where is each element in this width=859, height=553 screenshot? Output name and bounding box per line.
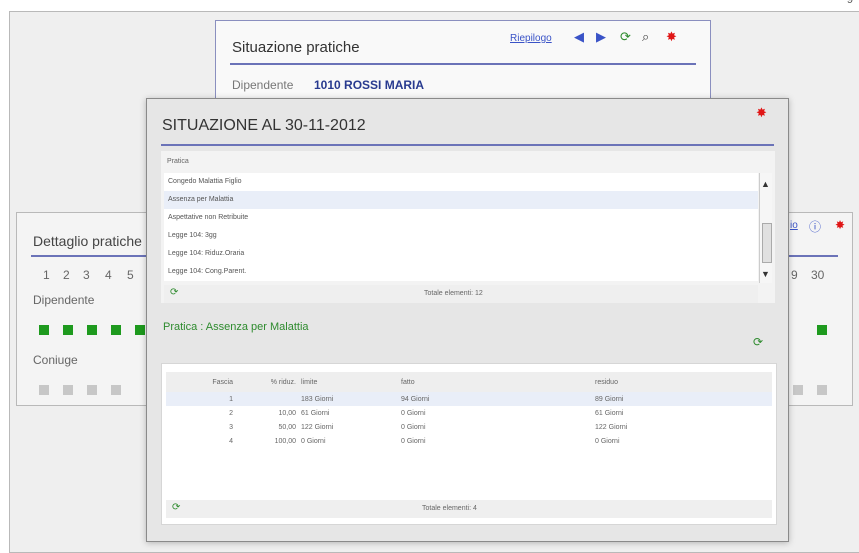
riepilogo-link[interactable]: io: [790, 220, 798, 231]
day-status-square[interactable]: [111, 385, 121, 395]
table-cell: 100,00: [274, 437, 296, 445]
column-header: Fascia: [166, 372, 237, 392]
day-status-square[interactable]: [87, 325, 97, 335]
pratiche-list-panel: Pratica Congedo Malattia Figlio Assenza …: [161, 151, 775, 303]
modal-title: SITUAZIONE AL 30-11-2012: [162, 117, 366, 134]
table-cell: 183 Giorni: [300, 392, 400, 406]
binoculars-icon[interactable]: ⌕: [642, 29, 649, 45]
table-cell: 94 Giorni: [400, 392, 594, 406]
title-divider: [161, 144, 774, 146]
list-item[interactable]: Aspettative non Retribuite: [164, 209, 758, 227]
dipendente-value: 1010 ROSSI MARIA: [314, 78, 425, 92]
day-number[interactable]: 9: [791, 268, 798, 282]
table-cell: 0 Giorni: [301, 437, 326, 445]
day-number[interactable]: 2: [63, 268, 70, 282]
table-cell: 0 Giorni: [401, 423, 426, 431]
list-footer: ⟳ Totale elementi: 12: [164, 285, 758, 303]
table-cell: 0 Giorni: [595, 437, 620, 445]
table-cell: 61 Giorni: [301, 409, 330, 417]
table-row[interactable]: 2 10,00 61 Giorni 0 Giorni 61 Giorni: [166, 406, 772, 420]
table-row[interactable]: 3 50,00 122 Giorni 0 Giorni 122 Giorni: [166, 420, 772, 434]
dipendente-label: Dipendente: [232, 78, 294, 92]
table-cell: [237, 392, 300, 406]
column-header: Pratica: [167, 158, 189, 165]
day-status-square[interactable]: [817, 325, 827, 335]
scroll-thumb[interactable]: [762, 223, 772, 263]
table-cell: 10,00: [278, 409, 296, 417]
list-item[interactable]: Legge 104: 3gg: [164, 227, 758, 245]
day-status-square[interactable]: [63, 325, 73, 335]
table-cell: 89 Giorni: [594, 392, 772, 406]
refresh-icon[interactable]: ⟳: [753, 335, 763, 349]
scroll-down-icon[interactable]: ▼: [761, 269, 770, 279]
table-cell: 122 Giorni: [595, 423, 628, 431]
panel-title: Situazione pratiche: [232, 39, 360, 56]
list-scrollbar[interactable]: ▲ ▼: [759, 173, 772, 283]
column-header: limite: [300, 372, 400, 392]
title-divider: [230, 63, 696, 65]
table-cell: 2: [229, 409, 233, 417]
pratica-title: Pratica : Assenza per Malattia: [163, 321, 309, 333]
day-status-square[interactable]: [793, 385, 803, 395]
refresh-icon[interactable]: ⟳: [172, 502, 180, 513]
close-icon[interactable]: ✸: [666, 29, 677, 45]
table-cell: 4: [229, 437, 233, 445]
situazione-modal: SITUAZIONE AL 30-11-2012 ✸ Pratica Conge…: [146, 98, 789, 542]
list-item[interactable]: Assenza per Malattia: [164, 191, 758, 209]
table-cell: 50,00: [278, 423, 296, 431]
column-header: residuo: [594, 372, 772, 392]
day-status-square[interactable]: [817, 385, 827, 395]
column-header: % riduz.: [237, 372, 300, 392]
day-number[interactable]: 3: [83, 268, 90, 282]
table-cell: 61 Giorni: [595, 409, 624, 417]
coniuge-label: Coniuge: [33, 353, 78, 367]
page-number: 9: [846, 0, 853, 6]
column-header: fatto: [400, 372, 594, 392]
fasce-table-panel: Fascia % riduz. limite fatto residuo 1 1…: [161, 363, 777, 525]
table-row[interactable]: 4 100,00 0 Giorni 0 Giorni 0 Giorni: [166, 434, 772, 448]
panel-title: Dettaglio pratiche: [33, 233, 142, 249]
day-number[interactable]: 4: [105, 268, 112, 282]
day-status-square[interactable]: [39, 385, 49, 395]
table-header-row: Fascia % riduz. limite fatto residuo: [166, 372, 772, 392]
day-status-square[interactable]: [39, 325, 49, 335]
day-status-square[interactable]: [111, 325, 121, 335]
table-cell: 0 Giorni: [401, 409, 426, 417]
day-number[interactable]: 5: [127, 268, 134, 282]
day-status-square[interactable]: [63, 385, 73, 395]
day-number[interactable]: 1: [43, 268, 50, 282]
fasce-table: Fascia % riduz. limite fatto residuo 1 1…: [166, 372, 772, 448]
right-triangle-icon[interactable]: ▶: [596, 29, 606, 45]
total-count: Totale elementi: 12: [424, 290, 483, 297]
table-cell: 0 Giorni: [401, 437, 426, 445]
table-cell: 122 Giorni: [301, 423, 334, 431]
scroll-up-icon[interactable]: ▲: [761, 179, 770, 189]
day-number[interactable]: 30: [811, 268, 824, 282]
list-item[interactable]: Legge 104: Riduz.Oraria: [164, 245, 758, 263]
total-count: Totale elementi: 4: [422, 505, 477, 512]
refresh-icon[interactable]: ⟳: [620, 29, 631, 45]
pratiche-list: Congedo Malattia Figlio Assenza per Mala…: [164, 173, 758, 281]
dipendente-label: Dipendente: [33, 293, 95, 307]
riepilogo-link[interactable]: Riepilogo: [510, 33, 552, 44]
left-triangle-icon[interactable]: ◀: [574, 29, 584, 45]
table-row[interactable]: 1 183 Giorni 94 Giorni 89 Giorni: [166, 392, 772, 406]
close-icon[interactable]: ✸: [835, 218, 845, 232]
day-status-square[interactable]: [135, 325, 145, 335]
table-cell: 3: [229, 423, 233, 431]
list-item[interactable]: Legge 104: Cong.Parent.: [164, 263, 758, 281]
table-footer: ⟳ Totale elementi: 4: [166, 500, 772, 518]
table-cell: 1: [166, 392, 237, 406]
close-icon[interactable]: ✸: [756, 105, 767, 121]
refresh-icon[interactable]: ⟳: [170, 287, 178, 298]
info-icon[interactable]: ⓘ: [809, 218, 821, 235]
day-status-square[interactable]: [87, 385, 97, 395]
list-item[interactable]: Congedo Malattia Figlio: [164, 173, 758, 191]
